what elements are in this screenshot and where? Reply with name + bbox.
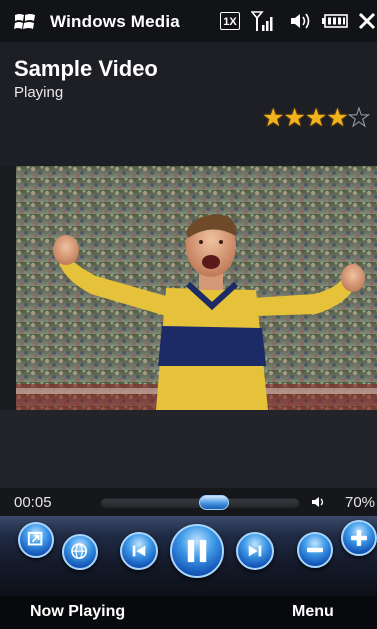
minus-icon bbox=[307, 547, 323, 553]
video-frame[interactable] bbox=[16, 166, 377, 410]
star-filled-icon[interactable]: ★ bbox=[283, 104, 305, 132]
video-image bbox=[16, 166, 377, 410]
previous-icon bbox=[132, 545, 146, 557]
seek-bar[interactable] bbox=[100, 495, 300, 510]
seek-thumb[interactable] bbox=[199, 495, 229, 510]
network-type-icon: 1X bbox=[220, 12, 240, 30]
star-filled-icon[interactable]: ★ bbox=[326, 104, 348, 132]
pause-button[interactable] bbox=[170, 524, 224, 578]
video-letterbox bbox=[0, 410, 377, 490]
star-empty-icon[interactable]: ★ bbox=[347, 104, 370, 132]
star-filled-icon[interactable]: ★ bbox=[262, 104, 284, 132]
close-icon[interactable] bbox=[357, 11, 377, 31]
video-title: Sample Video bbox=[14, 56, 158, 81]
elapsed-time: 00:05 bbox=[14, 494, 52, 511]
globe-icon bbox=[71, 543, 88, 560]
volume-up-button[interactable] bbox=[341, 520, 377, 556]
windows-start-icon[interactable] bbox=[14, 12, 36, 32]
fullscreen-button[interactable] bbox=[18, 522, 54, 558]
signal-strength-icon bbox=[251, 11, 273, 31]
battery-icon bbox=[322, 14, 348, 28]
previous-button[interactable] bbox=[120, 532, 158, 570]
status-bar: Windows Media 1X bbox=[0, 0, 377, 42]
star-filled-icon[interactable]: ★ bbox=[305, 104, 327, 132]
pause-icon bbox=[187, 539, 207, 563]
softkey-bar: Now Playing Menu bbox=[0, 596, 377, 629]
menu-softkey[interactable]: Menu bbox=[292, 603, 334, 621]
next-icon bbox=[248, 545, 262, 557]
volume-down-button[interactable] bbox=[297, 532, 333, 568]
seek-row: 00:05 70% bbox=[0, 488, 377, 516]
speaker-status-icon bbox=[291, 13, 310, 29]
speaker-icon bbox=[312, 497, 324, 507]
fullscreen-icon bbox=[27, 531, 43, 546]
next-button[interactable] bbox=[236, 532, 274, 570]
web-button[interactable] bbox=[62, 534, 98, 570]
star-rating[interactable]: ★★★★★ bbox=[262, 104, 371, 132]
plus-icon bbox=[351, 530, 367, 546]
volume-level: 70% bbox=[345, 494, 376, 511]
now-playing-header: Sample Video Playing ★★★★★ bbox=[0, 42, 377, 166]
playback-state: Playing bbox=[14, 84, 64, 101]
playback-controls bbox=[0, 516, 377, 596]
now-playing-softkey[interactable]: Now Playing bbox=[30, 603, 125, 621]
app-title: Windows Media bbox=[50, 12, 180, 31]
